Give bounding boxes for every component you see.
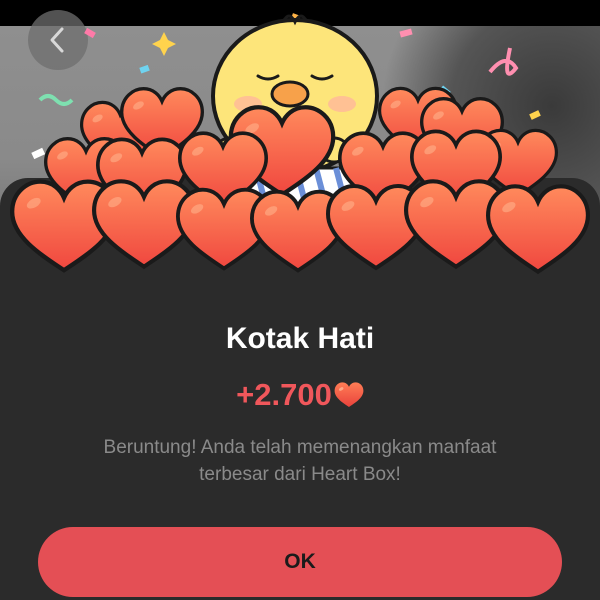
reward-amount-row: +2.700 xyxy=(0,377,600,413)
dialog-title: Kotak Hati xyxy=(225,322,375,355)
reward-amount: +2.700 xyxy=(236,377,332,412)
heart-icon xyxy=(334,382,364,407)
ok-button[interactable]: OK xyxy=(38,527,562,597)
chick-with-hearts-illustration xyxy=(0,13,600,300)
reward-message-line2: terbesar dari Heart Box! xyxy=(199,464,401,485)
heart-box-reward-screen: Kotak Hati +2.700 Beruntung! Anda telah … xyxy=(0,0,600,600)
reward-message-line1: Beruntung! Anda telah memenangkan manfaa… xyxy=(103,437,497,458)
reward-message: Beruntung! Anda telah memenangkan manfaa… xyxy=(60,434,540,488)
